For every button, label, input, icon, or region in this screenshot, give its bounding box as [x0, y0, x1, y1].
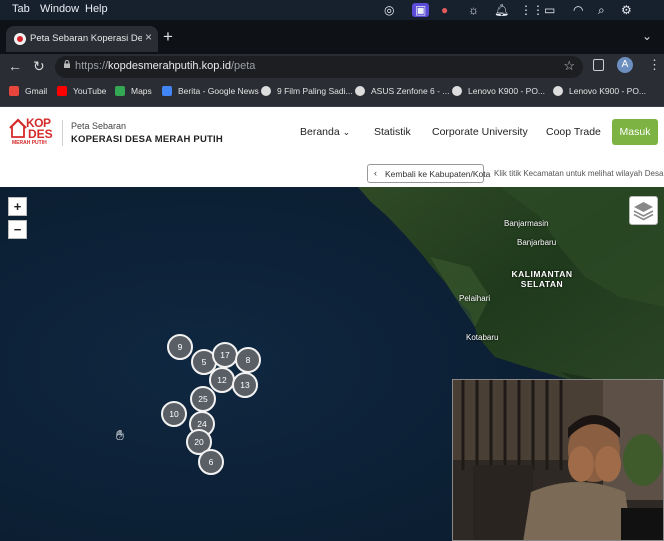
cluster-marker[interactable]: 8 [235, 347, 261, 373]
url-text: https://kopdesmerahputih.kop.id/peta [75, 60, 256, 72]
control-center-icon[interactable]: ⚙︎ [621, 3, 632, 17]
header-divider [62, 120, 63, 146]
layers-icon [633, 202, 654, 221]
place-label-pelaihari: Pelaihari [459, 294, 491, 303]
browser-tab[interactable]: Peta Sebaran Koperasi Desa Merah Putih × [6, 26, 158, 52]
cluster-marker[interactable]: 13 [232, 372, 258, 398]
youtube-icon [57, 86, 67, 96]
page-icon [553, 86, 563, 96]
profile-avatar[interactable]: A [617, 57, 633, 73]
bookmark-maps[interactable]: Maps [115, 86, 152, 96]
news-icon [162, 86, 172, 96]
back-to-kabupaten-button[interactable]: ‹ Kembali ke Kabupaten/Kota [367, 164, 490, 183]
maps-icon [115, 86, 125, 96]
site-logo[interactable]: KOP DES MERAH PUTIH [8, 116, 56, 148]
bookmark-film[interactable]: 9 Film Paling Sadi... [261, 86, 353, 96]
page-icon [452, 86, 462, 96]
nav-corporate-university[interactable]: Corporate University [432, 126, 528, 138]
battery-icon[interactable]: ▭ [544, 3, 555, 17]
house-logo-icon [9, 118, 27, 138]
site-favicon-icon [14, 33, 26, 45]
gmail-icon [9, 86, 19, 96]
back-arrow-icon[interactable]: ← [8, 58, 22, 74]
hand-cursor-icon: ✋︎ [116, 427, 124, 443]
nav-beranda[interactable]: Beranda ⌄ [300, 126, 350, 138]
logo-des-text: DES [28, 127, 53, 141]
bookmark-gmail[interactable]: Gmail [9, 86, 47, 96]
browser-menu-icon[interactable]: ⋮ [648, 57, 661, 73]
place-label-banjarmasin: Banjarmasin [504, 219, 549, 228]
bookmark-lenovo-1[interactable]: Lenovo K900 - PO... [452, 86, 545, 96]
notification-bell-icon[interactable]: 🔔︎ [494, 3, 509, 17]
place-label-banjarbaru: Banjarbaru [517, 238, 557, 247]
cluster-marker[interactable]: 9 [167, 334, 193, 360]
login-button[interactable]: Masuk [612, 119, 658, 145]
cluster-marker[interactable]: 25 [190, 386, 216, 412]
region-label: KALIMANTAN SELATAN [511, 269, 573, 289]
zoom-in-button[interactable]: + [8, 197, 27, 216]
menu-window[interactable]: Window [40, 3, 79, 15]
screen-record-icon[interactable]: ▣ [412, 3, 430, 17]
brightness-icon[interactable]: ☼ [468, 3, 479, 17]
bookmark-star-icon[interactable]: ☆ [563, 58, 575, 74]
globe-icon[interactable]: ◎ [384, 3, 394, 17]
tab-search-chevron-icon[interactable]: ⌄ [642, 29, 652, 43]
reload-icon[interactable]: ↻ [33, 58, 45, 75]
address-bar[interactable]: https://kopdesmerahputih.kop.id/peta ☆ [55, 56, 583, 78]
menu-help[interactable]: Help [85, 3, 108, 15]
side-panel-icon[interactable] [593, 59, 604, 71]
new-tab-button[interactable]: + [163, 27, 173, 47]
grid-icon[interactable]: ⋮⋮ [520, 3, 544, 17]
tab-title: Peta Sebaran Koperasi Desa Merah Putih [30, 33, 142, 44]
place-label-kotabaru: Kotabaru [466, 333, 499, 342]
menu-tab[interactable]: Tab [12, 3, 30, 15]
bookmark-lenovo-2[interactable]: Lenovo K900 - PO... [553, 86, 646, 96]
brand-subtitle: Peta Sebaran [71, 121, 127, 131]
brand-title: KOPERASI DESA MERAH PUTIH [71, 134, 223, 145]
chevron-left-icon: ‹ [374, 168, 377, 178]
chevron-down-icon: ⌄ [342, 127, 351, 137]
bookmark-asus[interactable]: ASUS Zenfone 6 - ... [355, 86, 449, 96]
presenter-video-feed [453, 380, 663, 540]
map-hint-text: Klik titik Kecamatan untuk melihat wilay… [494, 169, 664, 178]
page-icon [261, 86, 271, 96]
logo-tagline: MERAH PUTIH [12, 140, 47, 146]
layers-control-button[interactable] [629, 196, 658, 225]
close-tab-icon[interactable]: × [145, 30, 152, 44]
page-icon [355, 86, 365, 96]
webcam-overlay [452, 379, 664, 541]
status-app-icon[interactable]: ● [441, 3, 448, 17]
zoom-out-button[interactable]: − [8, 220, 27, 239]
wifi-icon[interactable]: ◠ [573, 3, 583, 17]
bookmark-google-news[interactable]: Berita - Google News [162, 86, 259, 96]
os-menu-bar: Tab Window Help ◎ ▣ ● ☼ 🔔︎ ⋮⋮ ▭ ◠ ⌕ ⚙︎ [0, 0, 664, 20]
search-icon[interactable]: ⌕ [598, 3, 605, 18]
cluster-marker[interactable]: 10 [161, 401, 187, 427]
cluster-marker[interactable]: 12 [209, 367, 235, 393]
nav-coop-trade[interactable]: Coop Trade [546, 126, 601, 138]
site-info-icon[interactable] [63, 60, 71, 68]
nav-statistik[interactable]: Statistik [374, 126, 411, 138]
bookmark-youtube[interactable]: YouTube [57, 86, 106, 96]
cluster-marker[interactable]: 6 [198, 449, 224, 475]
cluster-marker[interactable]: 17 [212, 342, 238, 368]
